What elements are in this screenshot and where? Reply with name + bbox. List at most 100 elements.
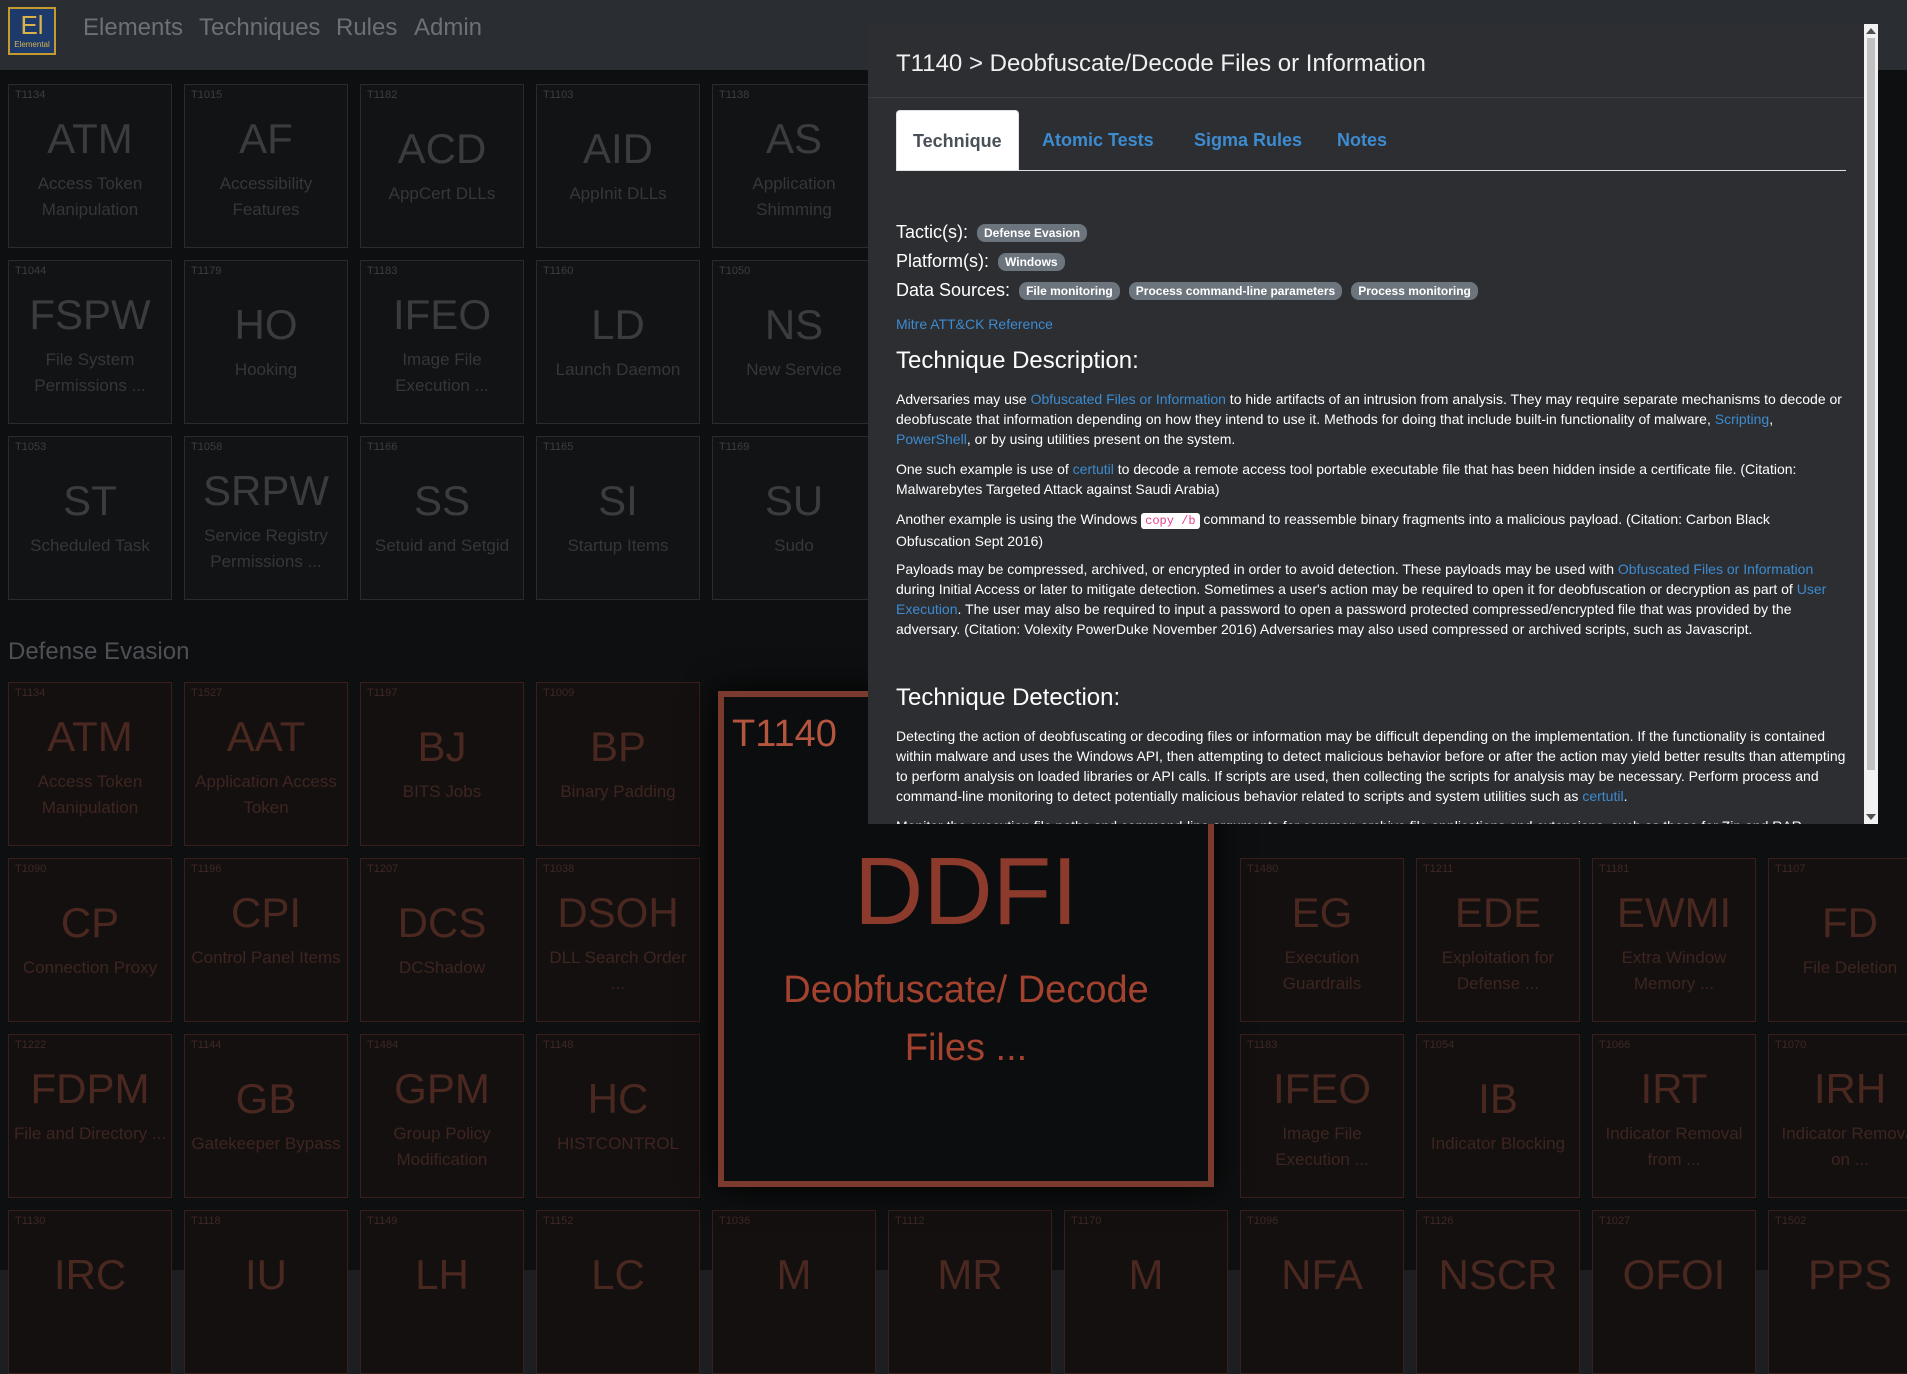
technique-tile[interactable]: T1107 FD File Deletion <box>1768 858 1907 1022</box>
text: One such example is use of <box>896 461 1073 477</box>
technique-tile[interactable]: T1009 BP Binary Padding <box>536 682 700 846</box>
description-paragraph: Another example is using the Windows cop… <box>896 509 1846 551</box>
modal-scrollbar[interactable] <box>1864 24 1878 824</box>
technique-tile[interactable]: T1183 IFEO Image File Execution ... <box>1240 1034 1404 1198</box>
detection-paragraph: Monitor the execution file paths and com… <box>896 816 1846 824</box>
tab-sigma-rules[interactable]: Sigma Rules <box>1178 110 1318 170</box>
tile-name: Indicator Removal from ... <box>1605 1124 1743 1169</box>
tile-id: T1502 <box>1775 1215 1807 1227</box>
tile-id: T1053 <box>15 441 47 453</box>
technique-tile[interactable]: T1182 ACD AppCert DLLs <box>360 84 524 248</box>
technique-tile[interactable]: T1090 CP Connection Proxy <box>8 858 172 1022</box>
datasource-badge: File monitoring <box>1019 282 1120 301</box>
tile-abbr: EG <box>1291 889 1353 936</box>
technique-tile[interactable]: T1044 FSPW File System Permissions ... <box>8 260 172 424</box>
technique-tile[interactable]: T1036 M <box>712 1210 876 1374</box>
nav-elements[interactable]: Elements <box>83 14 183 42</box>
technique-tile[interactable]: T1181 EWMI Extra Window Memory ... <box>1592 858 1756 1022</box>
tile-id: T1134 <box>15 687 46 699</box>
obfuscated-files-link[interactable]: Obfuscated Files or Information <box>1618 561 1813 577</box>
tile-id: T1126 <box>1423 1215 1454 1227</box>
certutil-link[interactable]: certutil <box>1073 461 1114 477</box>
tile-id: T1160 <box>543 265 574 277</box>
powershell-link[interactable]: PowerShell <box>896 431 967 447</box>
technique-tile[interactable]: T1130 IRC <box>8 1210 172 1374</box>
certutil-link[interactable]: certutil <box>1582 788 1623 804</box>
technique-tile[interactable]: T1118 IU <box>184 1210 348 1374</box>
technique-tile[interactable]: T1053 ST Scheduled Task <box>8 436 172 600</box>
technique-tile[interactable]: T1054 IB Indicator Blocking <box>1416 1034 1580 1198</box>
tile-id: T1197 <box>367 687 398 699</box>
tab-technique[interactable]: Technique <box>896 110 1019 170</box>
detection-heading: Technique Detection: <box>896 684 1121 711</box>
technique-tile[interactable]: T1096 NFA <box>1240 1210 1404 1374</box>
text: during Initial Access or later to mitiga… <box>896 581 1797 597</box>
scroll-up-arrow-icon[interactable] <box>1866 28 1876 34</box>
platforms-label: Platform(s): <box>896 251 990 271</box>
technique-tile[interactable]: T1480 EG Execution Guardrails <box>1240 858 1404 1022</box>
tile-abbr: AID <box>582 125 653 172</box>
technique-tile[interactable]: T1502 PPS <box>1768 1210 1907 1374</box>
text: Payloads may be compressed, archived, or… <box>896 561 1618 577</box>
tile-abbr: LD <box>591 301 645 348</box>
scroll-thumb[interactable] <box>1867 38 1875 770</box>
technique-tile[interactable]: T1112 MR <box>888 1210 1052 1374</box>
tile-id: T1103 <box>543 89 574 101</box>
technique-tile[interactable]: T1138 AS Application Shimming <box>712 84 876 248</box>
technique-tile[interactable]: T1527 AAT Application Access Token <box>184 682 348 846</box>
technique-tile[interactable]: T1027 OFOI <box>1592 1210 1756 1374</box>
technique-tile[interactable]: T1058 SRPW Service Registry Permissions ..… <box>184 436 348 600</box>
technique-modal: T1140 > Deobfuscate/Decode Files or Info… <box>868 24 1878 824</box>
nav-admin[interactable]: Admin <box>414 14 482 42</box>
technique-tile[interactable]: T1207 DCS DCShadow <box>360 858 524 1022</box>
technique-tile[interactable]: T1196 CPI Control Panel Items <box>184 858 348 1022</box>
technique-tile[interactable]: T1169 SU Sudo <box>712 436 876 600</box>
technique-tile[interactable]: T1484 GPM Group Policy Modification <box>360 1034 524 1198</box>
tile-name: Launch Daemon <box>555 360 681 379</box>
nav-rules[interactable]: Rules <box>336 14 397 42</box>
platform-badge: Windows <box>998 253 1065 272</box>
scroll-down-arrow-icon[interactable] <box>1866 814 1876 820</box>
technique-tile[interactable]: T1066 IRT Indicator Removal from ... <box>1592 1034 1756 1198</box>
technique-tile[interactable]: T1152 LC <box>536 1210 700 1374</box>
technique-tile[interactable]: T1144 GB Gatekeeper Bypass <box>184 1034 348 1198</box>
tile-name: Hooking <box>234 360 298 379</box>
technique-tile[interactable]: T1070 IRH Indicator Removal on ... <box>1768 1034 1907 1198</box>
tab-notes[interactable]: Notes <box>1321 110 1403 170</box>
technique-tile[interactable]: T1134 ATM Access Token Manipulation <box>8 84 172 248</box>
nav-techniques[interactable]: Techniques <box>199 14 320 42</box>
technique-tile[interactable]: T1165 SI Startup Items <box>536 436 700 600</box>
tile-id: T1149 <box>367 1215 398 1227</box>
technique-tile[interactable]: T1197 BJ BITS Jobs <box>360 682 524 846</box>
technique-tile[interactable]: T1222 FDPM File and Directory ... <box>8 1034 172 1198</box>
tab-atomic-tests[interactable]: Atomic Tests <box>1026 110 1170 170</box>
tile-abbr: NS <box>764 301 824 348</box>
logo-subtext: Elemental <box>14 40 50 49</box>
obfuscated-files-link[interactable]: Obfuscated Files or Information <box>1031 391 1226 407</box>
technique-tile[interactable]: T1015 AF Accessibility Features <box>184 84 348 248</box>
technique-tile[interactable]: T1103 AID AppInit DLLs <box>536 84 700 248</box>
tile-abbr: GPM <box>394 1065 490 1112</box>
technique-tile[interactable]: T1149 LH <box>360 1210 524 1374</box>
technique-tile[interactable]: T1148 HC HISTCONTROL <box>536 1034 700 1198</box>
tile-id: T1090 <box>15 863 47 875</box>
tile-id: T1170 <box>1071 1215 1102 1227</box>
technique-tile[interactable]: T1170 M <box>1064 1210 1228 1374</box>
datasource-badge: Process monitoring <box>1351 282 1478 301</box>
tile-id: T1140 <box>732 713 837 755</box>
scripting-link[interactable]: Scripting <box>1715 411 1769 427</box>
text: . <box>1623 788 1628 804</box>
technique-tile[interactable]: T1160 LD Launch Daemon <box>536 260 700 424</box>
technique-tile[interactable]: T1166 SS Setuid and Setgid <box>360 436 524 600</box>
technique-tile[interactable]: T1134 ATM Access Token Manipulation <box>8 682 172 846</box>
technique-tile[interactable]: T1183 IFEO Image File Execution ... <box>360 260 524 424</box>
technique-tile[interactable]: T1179 HO Hooking <box>184 260 348 424</box>
tile-name: Deobfuscate/ Decode Files ... <box>783 969 1149 1069</box>
app-logo[interactable]: El Elemental <box>8 7 56 55</box>
mitre-reference-link[interactable]: Mitre ATT&CK Reference <box>896 316 1053 332</box>
technique-tile[interactable]: T1038 DSOH DLL Search Order ... <box>536 858 700 1022</box>
technique-tile[interactable]: T1050 NS New Service <box>712 260 876 424</box>
technique-tile[interactable]: T1126 NSCR <box>1416 1210 1580 1374</box>
tile-id: T1211 <box>1423 863 1454 875</box>
technique-tile[interactable]: T1211 EDE Exploitation for Defense ... <box>1416 858 1580 1022</box>
